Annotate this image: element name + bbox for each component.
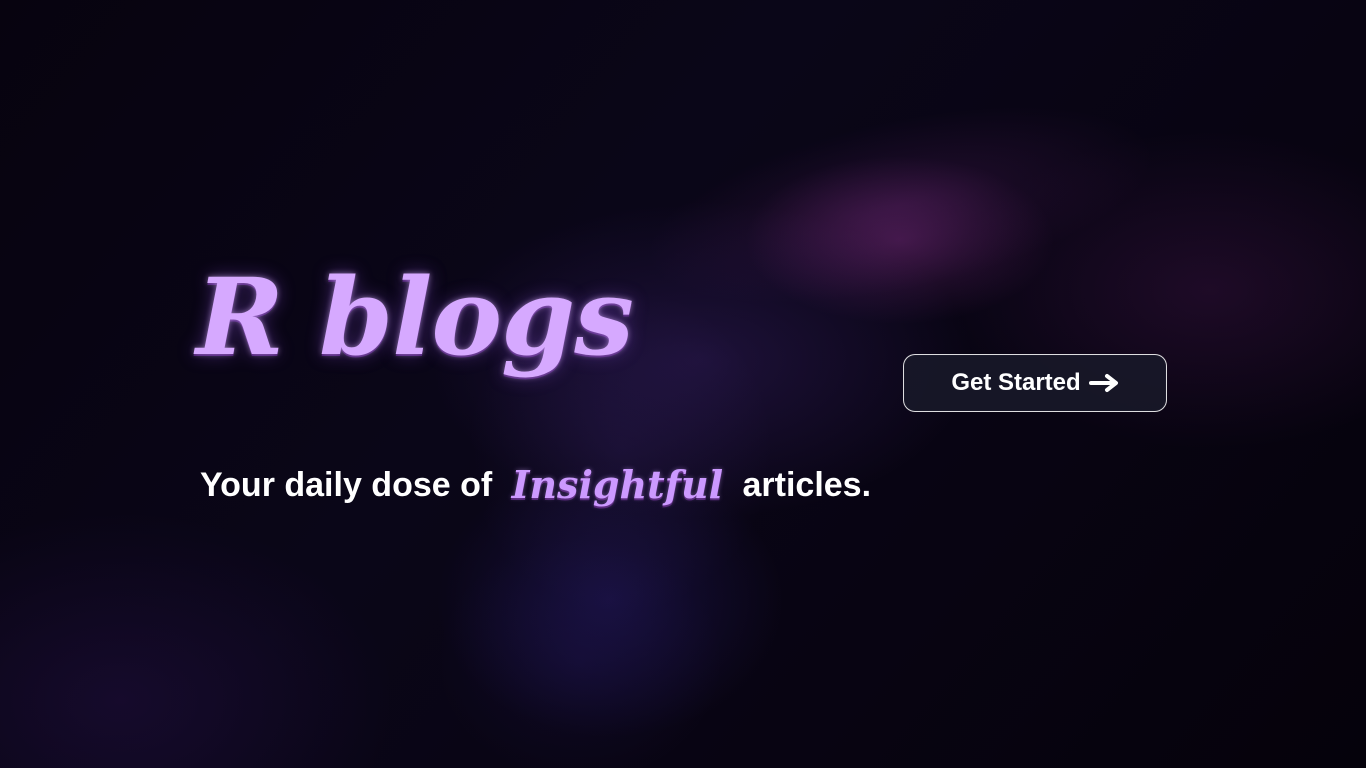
get-started-button[interactable]: Get Started	[903, 354, 1167, 412]
tagline: Your daily dose of Insightful articles.	[200, 462, 872, 507]
tagline-prefix: Your daily dose of	[200, 466, 493, 504]
landing-page: R blogs Your daily dose of Insightful ar…	[0, 0, 1366, 768]
arrow-right-icon	[1088, 373, 1119, 393]
hero-section: R blogs Your daily dose of Insightful ar…	[196, 264, 956, 544]
get-started-label: Get Started	[951, 369, 1081, 396]
background-glow-blue	[440, 540, 720, 768]
tagline-suffix: articles.	[742, 466, 872, 504]
brand-title: R blogs	[196, 254, 634, 379]
tagline-highlight: Insightful	[511, 462, 724, 507]
